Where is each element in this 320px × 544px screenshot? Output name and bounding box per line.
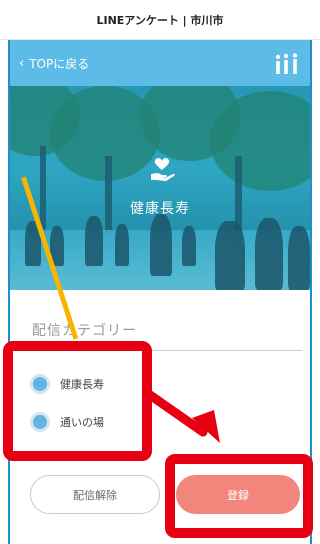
window-title-bar: LINEアンケート | 市川市 bbox=[0, 0, 320, 40]
section-label: 配信カテゴリー bbox=[32, 323, 137, 339]
window-title: LINEアンケート | 市川市 bbox=[96, 13, 224, 27]
annotation-box-options bbox=[3, 341, 152, 461]
header-navbar: ‹ TOPに戻る bbox=[10, 40, 310, 86]
hero-banner: 健康長寿 bbox=[10, 86, 310, 290]
heart-hand-icon bbox=[151, 157, 175, 181]
hero-title: 健康長寿 bbox=[130, 201, 190, 217]
ichikawa-logo-icon bbox=[275, 53, 298, 74]
back-link-label: TOPに戻る bbox=[29, 56, 90, 71]
chevron-left-icon: ‹ bbox=[19, 55, 25, 71]
back-to-top-link[interactable]: ‹ TOPに戻る bbox=[19, 55, 89, 72]
annotation-box-register bbox=[165, 454, 313, 538]
unsubscribe-button[interactable]: 配信解除 bbox=[30, 475, 160, 514]
